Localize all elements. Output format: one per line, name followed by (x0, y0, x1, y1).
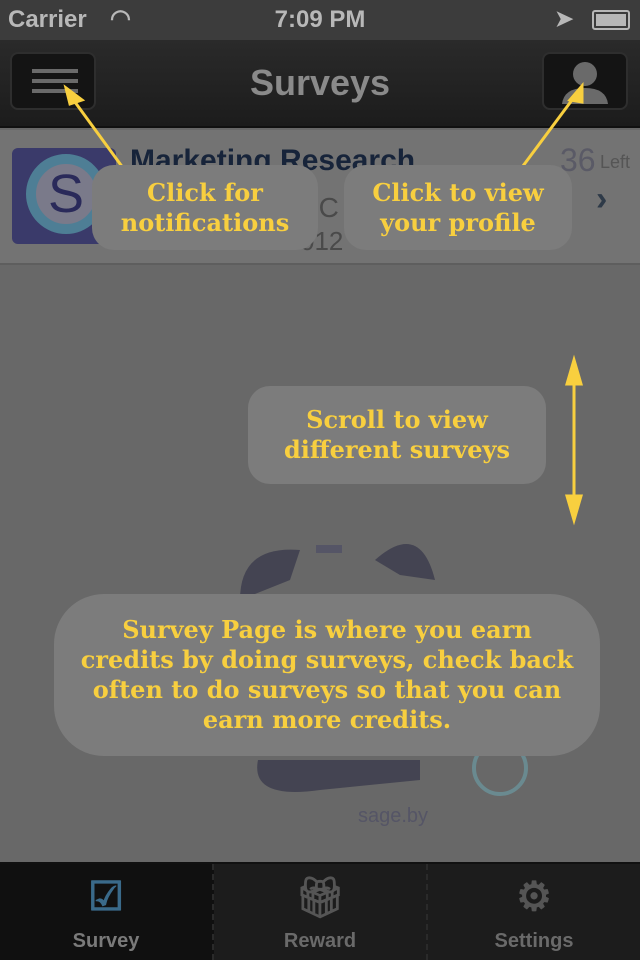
checkbox-icon: ☑ (88, 875, 124, 919)
tab-settings[interactable]: ⚙ Settings (428, 864, 640, 960)
tab-label: Survey (72, 930, 140, 952)
tab-label: Reward (283, 930, 357, 952)
gear-icon: ⚙ (516, 875, 552, 919)
profile-callout: Click to view your profile (344, 165, 572, 250)
tab-label: Settings (494, 930, 574, 952)
survey-info-callout: Survey Page is where you earn credits by… (54, 594, 600, 756)
scroll-callout: Scroll to view different surveys (248, 386, 546, 484)
tab-survey[interactable]: ☑ Survey (0, 864, 214, 960)
tab-bar: ☑ Survey 🎁︎ Reward ⚙ Settings (0, 862, 640, 960)
notifications-callout: Click for notifications (92, 165, 318, 250)
tab-reward[interactable]: 🎁︎ Reward (214, 864, 428, 960)
gift-icon: 🎁︎ (294, 876, 346, 920)
